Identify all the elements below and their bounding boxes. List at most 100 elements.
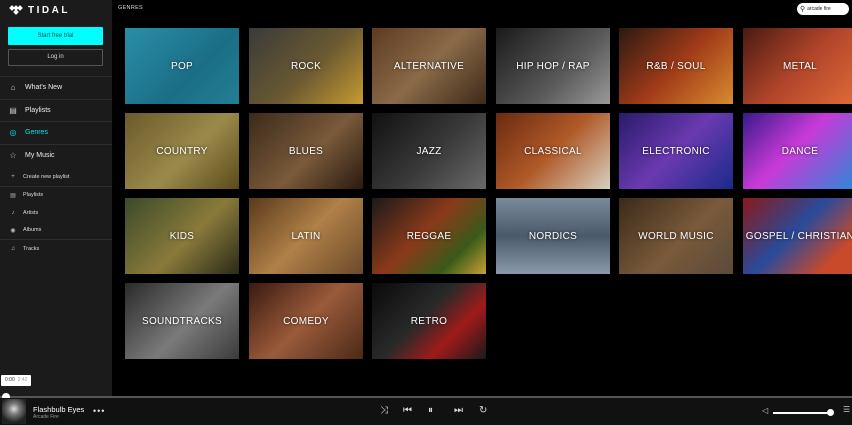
volume-fill	[773, 412, 827, 414]
search-input[interactable]	[807, 6, 846, 12]
sub-item-albums[interactable]: ◉ Albums	[0, 222, 112, 240]
search-icon: ⚲	[800, 6, 806, 13]
track-title[interactable]: Flashbulb Eyes	[33, 405, 84, 414]
shuffle-icon[interactable]: ⤨	[380, 405, 388, 417]
genre-label: ALTERNATIVE	[393, 60, 465, 72]
logo-text: TIDAL	[28, 4, 70, 16]
my-music-nav: + Create new playlist ▤ Playlists ♪ Arti…	[0, 168, 112, 258]
time-tooltip: 0:00 2:42	[1, 375, 32, 386]
genre-tile-metal[interactable]: METAL	[743, 28, 852, 104]
tidal-logo-icon	[9, 5, 23, 15]
duration-time: 2:42	[17, 377, 28, 383]
genre-label: WORLD MUSIC	[638, 230, 714, 242]
create-playlist-item[interactable]: + Create new playlist	[0, 168, 112, 186]
genre-label: GOSPEL / CHRISTIAN	[745, 230, 852, 242]
genre-tile-rock[interactable]: ROCK	[249, 28, 363, 104]
nav-item-label: What's New	[25, 84, 63, 92]
genre-label: REGGAE	[406, 230, 452, 242]
genre-label: JAZZ	[416, 145, 442, 157]
volume-slider[interactable]	[773, 412, 833, 414]
genre-tile-pop[interactable]: POP	[125, 28, 239, 104]
note-icon: ♫	[10, 245, 16, 252]
genre-tile-comedy[interactable]: COMEDY	[249, 283, 363, 359]
sub-item-tracks[interactable]: ♫ Tracks	[0, 240, 112, 258]
sidebar: TIDAL Start free trial Log in ⌂ What's N…	[0, 0, 112, 396]
genre-label: R&B / SOUL	[646, 60, 706, 72]
genre-tile-gospel-christian[interactable]: GOSPEL / CHRISTIAN	[743, 198, 852, 274]
sub-item-label: Artists	[23, 209, 39, 216]
genre-label: ELECTRONIC	[642, 145, 710, 157]
genres-icon: ◎	[9, 128, 17, 138]
repeat-icon[interactable]: ↻	[479, 405, 487, 417]
nav-item-label: Genres	[25, 129, 48, 137]
genre-label: COMEDY	[283, 315, 329, 327]
genre-tile-electronic[interactable]: ELECTRONIC	[619, 113, 733, 189]
sub-item-artists[interactable]: ♪ Artists	[0, 204, 112, 222]
genre-tile-kids[interactable]: KIDS	[125, 198, 239, 274]
genre-tile-retro[interactable]: RETRO	[372, 283, 486, 359]
genre-tile-dance[interactable]: DANCE	[743, 113, 852, 189]
genre-label: ROCK	[290, 60, 322, 72]
genre-label: POP	[170, 60, 194, 72]
genre-tile-rnb-soul[interactable]: R&B / SOUL	[619, 28, 733, 104]
top-bar: GENRES ⚲	[112, 0, 852, 18]
sub-item-label: Playlists	[23, 192, 44, 199]
genre-label: SOUNDTRACKS	[142, 315, 222, 327]
genre-tile-alternative[interactable]: ALTERNATIVE	[372, 28, 486, 104]
log-in-button[interactable]: Log in	[8, 49, 103, 66]
search-box[interactable]: ⚲	[797, 3, 849, 15]
genre-label: COUNTRY	[156, 145, 208, 157]
genre-tile-blues[interactable]: BLUES	[249, 113, 363, 189]
sub-item-label: Albums	[23, 227, 42, 234]
plus-icon: +	[11, 173, 15, 180]
genre-tile-classical[interactable]: CLASSICAL	[496, 113, 610, 189]
album-cover[interactable]	[2, 399, 26, 424]
nav-item-my-music[interactable]: ☆ My Music	[0, 143, 112, 167]
playlist-icon: ▤	[10, 192, 16, 199]
nav-item-genres[interactable]: ◎ Genres	[0, 121, 112, 144]
genre-tile-soundtracks[interactable]: SOUNDTRACKS	[125, 283, 239, 359]
genre-tile-country[interactable]: COUNTRY	[125, 113, 239, 189]
star-icon: ☆	[9, 150, 17, 160]
volume-icon[interactable]: ◁	[762, 406, 768, 415]
home-icon: ⌂	[10, 83, 16, 93]
genre-label: METAL	[782, 60, 818, 72]
genre-label: HIP HOP / RAP	[516, 60, 590, 72]
track-artist[interactable]: Arcade Fire	[33, 414, 59, 420]
sub-item-label: Tracks	[23, 245, 40, 252]
playlist-icon: ▤	[9, 105, 17, 115]
pause-icon[interactable]: ⏸	[428, 405, 433, 417]
genre-label: NORDICS	[528, 230, 578, 242]
page-title: GENRES	[118, 5, 144, 11]
sub-item-playlists[interactable]: ▤ Playlists	[0, 187, 112, 205]
genre-tile-hip-hop-rap[interactable]: HIP HOP / RAP	[496, 28, 610, 104]
genre-label: CLASSICAL	[524, 145, 582, 157]
previous-icon[interactable]: ⏮	[403, 405, 412, 417]
genre-tile-world-music[interactable]: WORLD MUSIC	[619, 198, 733, 274]
artist-icon: ♪	[11, 209, 15, 216]
nav-item-label: Playlists	[25, 106, 51, 114]
queue-icon[interactable]: ☰	[843, 405, 850, 414]
next-icon[interactable]: ⏭	[454, 405, 463, 417]
genre-tile-nordics[interactable]: NORDICS	[496, 198, 610, 274]
album-icon: ◉	[10, 227, 16, 234]
player-bar: Flashbulb Eyes Arcade Fire ••• ⤨ ⏮ ⏸ ⏭ ↻…	[0, 398, 852, 425]
nav-item-label: My Music	[25, 151, 55, 159]
volume-handle[interactable]	[827, 409, 834, 416]
genre-label: KIDS	[169, 230, 195, 242]
sub-item-label: Create new playlist	[23, 173, 70, 180]
elapsed-time: 0:00	[5, 377, 15, 383]
genre-tile-latin[interactable]: LATIN	[249, 198, 363, 274]
start-free-trial-button[interactable]: Start free trial	[8, 27, 103, 45]
tidal-logo[interactable]: TIDAL	[9, 4, 70, 16]
genre-label: LATIN	[291, 230, 321, 242]
main-nav: ⌂ What's New ▤ Playlists ◎ Genres ☆ My M…	[0, 76, 112, 166]
nav-item-playlists[interactable]: ▤ Playlists	[0, 98, 112, 122]
genre-label: DANCE	[781, 145, 819, 157]
nav-item-whats-new[interactable]: ⌂ What's New	[0, 76, 112, 99]
more-options-icon[interactable]: •••	[93, 406, 105, 416]
genre-tile-jazz[interactable]: JAZZ	[372, 113, 486, 189]
genre-label: BLUES	[288, 145, 324, 157]
genre-tile-reggae[interactable]: REGGAE	[372, 198, 486, 274]
genre-label: RETRO	[410, 315, 448, 327]
